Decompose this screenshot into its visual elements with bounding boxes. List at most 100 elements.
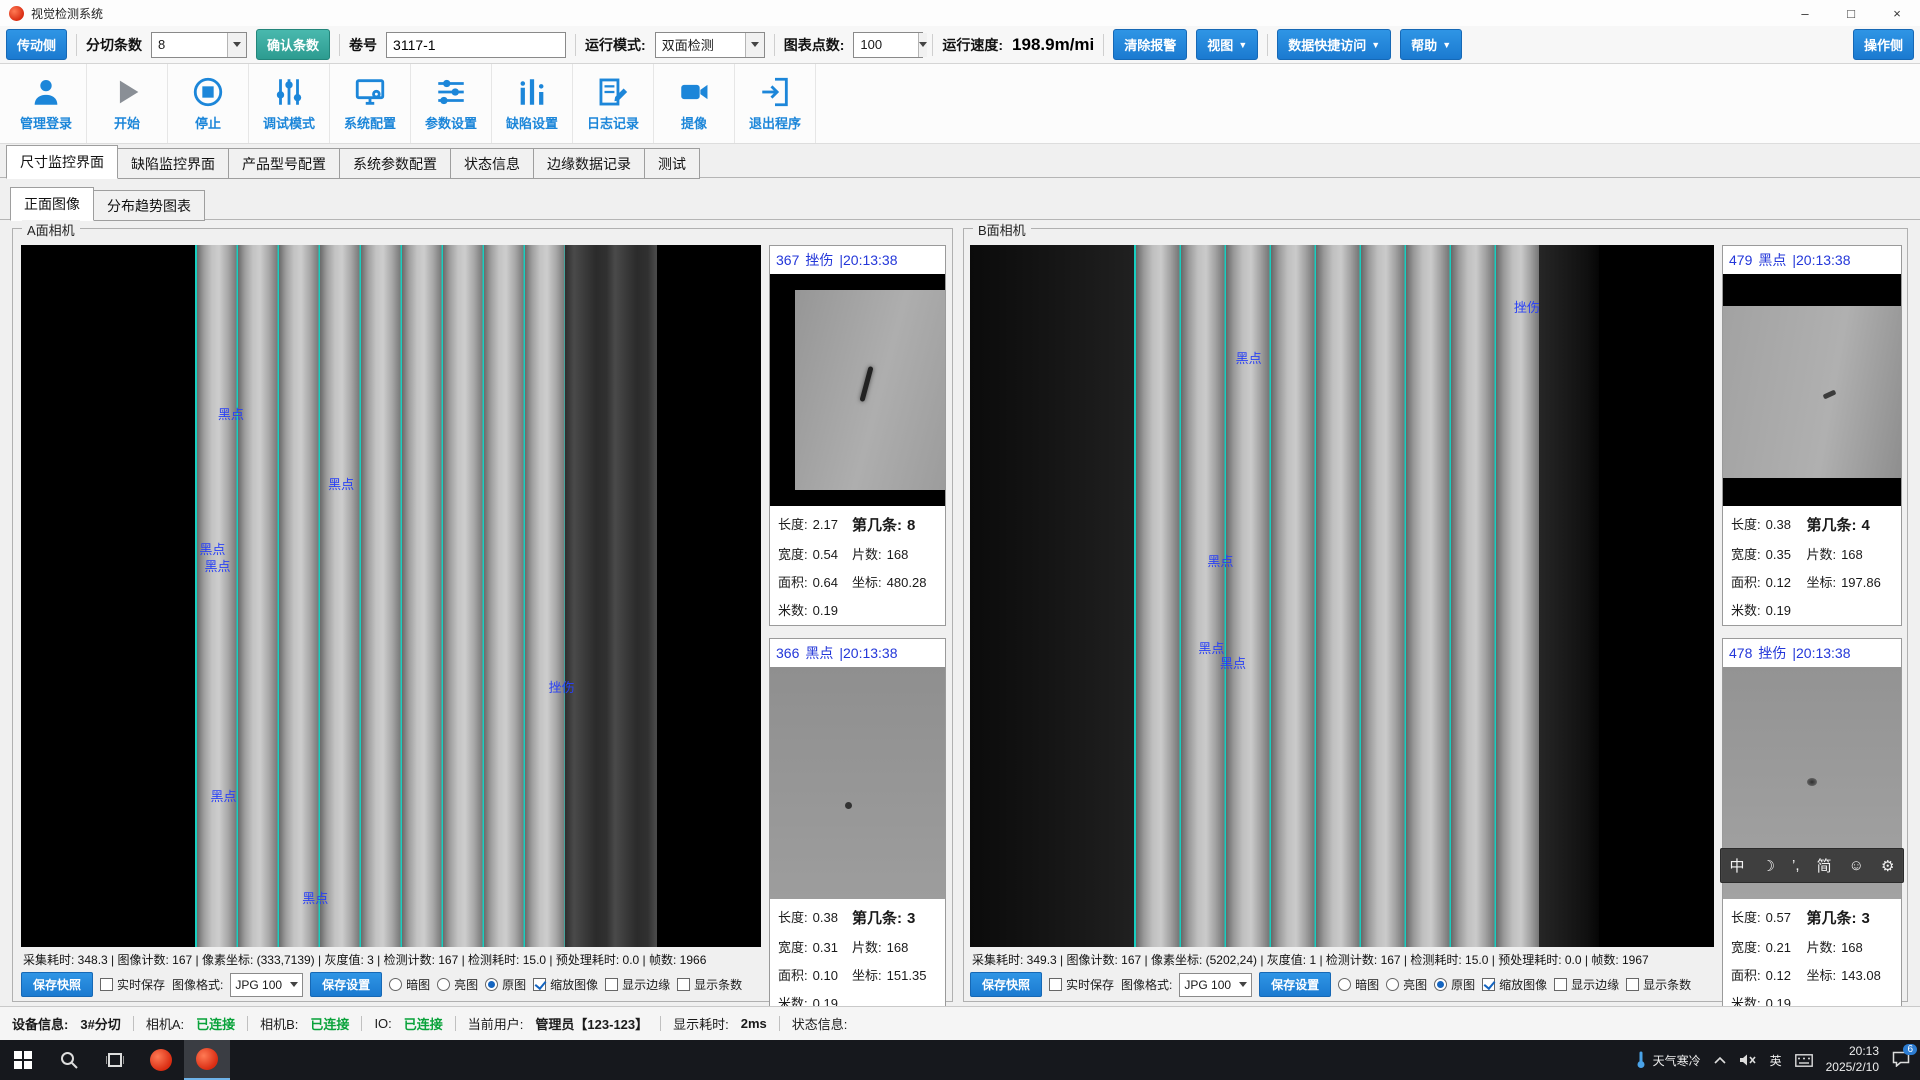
ime-settings-icon[interactable]: ⚙ [1881, 857, 1894, 875]
start-button[interactable]: 开始 [87, 64, 168, 143]
ime-simplified-button[interactable]: 简 [1817, 855, 1832, 876]
tab-edge-data-record[interactable]: 边缘数据记录 [533, 148, 645, 179]
admin-login-button[interactable]: 管理登录 [6, 64, 87, 143]
save-settings-button[interactable]: 保存设置 [310, 972, 382, 997]
chevron-down-icon [1239, 982, 1247, 987]
tab-front-image[interactable]: 正面图像 [10, 187, 94, 221]
app-logo-icon [9, 6, 24, 21]
help-menu-button[interactable]: 帮助 ▼ [1400, 29, 1462, 60]
image-format-select[interactable]: JPG 100 [1179, 973, 1252, 997]
divider [361, 1016, 362, 1031]
tab-product-model-config[interactable]: 产品型号配置 [228, 148, 340, 179]
running-app-button[interactable] [184, 1040, 230, 1080]
data-shortcut-menu-button[interactable]: 数据快捷访问 ▼ [1277, 29, 1391, 60]
start-button[interactable] [0, 1040, 46, 1080]
divider [76, 34, 77, 56]
system-config-button[interactable]: 系统配置 [330, 64, 411, 143]
bars-icon [515, 75, 549, 109]
checkbox-label: 显示条数 [694, 976, 742, 993]
save-settings-button[interactable]: 保存设置 [1259, 972, 1331, 997]
original-image-radio[interactable]: 原图 [485, 976, 526, 993]
run-mode-select[interactable]: 双面检测 [655, 32, 765, 58]
tab-distribution-trend-chart[interactable]: 分布趋势图表 [93, 190, 205, 221]
tab-test[interactable]: 测试 [644, 148, 700, 179]
minimize-button[interactable]: – [1782, 0, 1828, 26]
slit-count-select[interactable]: 8 [151, 32, 247, 58]
defect-card[interactable]: 367 挫伤 |20:13:38 长度:2.17 第几条:8 宽度:0.54 片… [769, 245, 946, 626]
show-edge-checkbox[interactable]: 显示边缘 [605, 976, 670, 993]
ime-emoji-icon[interactable]: ☺ [1849, 857, 1864, 874]
view-menu-button[interactable]: 视图 ▼ [1196, 29, 1258, 60]
realtime-save-checkbox[interactable]: 实时保存 [1049, 976, 1114, 993]
speaker-muted-icon [1739, 1053, 1757, 1067]
current-user-value: 管理员【123-123】 [535, 1014, 648, 1033]
confirm-count-button[interactable]: 确认条数 [256, 29, 330, 60]
touch-keyboard-button[interactable] [1795, 1054, 1813, 1067]
maximize-button[interactable]: □ [1828, 0, 1874, 26]
stat-value: 0.38 [813, 910, 838, 925]
clear-alarm-button[interactable]: 清除报警 [1113, 29, 1187, 60]
camera-a-defect-list: 367 挫伤 |20:13:38 长度:2.17 第几条:8 宽度:0.54 片… [769, 245, 946, 1019]
defect-card[interactable]: 479 黑点 |20:13:38 长度:0.38 第几条:4 宽度:0.35 片… [1722, 245, 1902, 626]
search-button[interactable] [46, 1040, 92, 1080]
taskbar-clock[interactable]: 20:13 2025/2/10 [1826, 1044, 1879, 1075]
chevron-down-icon: ▼ [1371, 40, 1380, 50]
tab-status-info[interactable]: 状态信息 [450, 148, 534, 179]
strip-region [1134, 245, 1543, 947]
operator-side-button[interactable]: 操作侧 [1853, 29, 1914, 60]
show-edge-checkbox[interactable]: 显示边缘 [1554, 976, 1619, 993]
defect-card[interactable]: 478 挫伤 |20:13:38 长度:0.57 第几条:3 宽度:0.21 片… [1722, 638, 1902, 1019]
exit-program-button[interactable]: 退出程序 [735, 64, 816, 143]
drive-side-button[interactable]: 传动侧 [6, 29, 67, 60]
speed-label: 运行速度: [942, 35, 1003, 55]
save-snapshot-button[interactable]: 保存快照 [21, 972, 93, 997]
save-snapshot-button[interactable]: 保存快照 [970, 972, 1042, 997]
defect-settings-button[interactable]: 缺陷设置 [492, 64, 573, 143]
stat-label: 坐标: [852, 965, 882, 984]
hidden-icons-button[interactable] [1714, 1056, 1726, 1064]
defect-card[interactable]: 366 黑点 |20:13:38 长度:0.38 第几条:3 宽度:0.31 片… [769, 638, 946, 1019]
stop-button[interactable]: 停止 [168, 64, 249, 143]
chart-points-select[interactable]: 100 [853, 32, 923, 58]
roll-number-input[interactable] [386, 32, 566, 58]
bright-image-radio[interactable]: 亮图 [437, 976, 478, 993]
chevron-down-icon [227, 33, 246, 57]
action-center-button[interactable]: 6 [1892, 1051, 1910, 1070]
zoom-image-checkbox[interactable]: 缩放图像 [1482, 976, 1547, 993]
ime-punctuation-icon[interactable]: ’, [1792, 857, 1800, 874]
dark-image-radio[interactable]: 暗图 [1338, 976, 1379, 993]
debug-mode-button[interactable]: 调试模式 [249, 64, 330, 143]
capture-image-button[interactable]: 提像 [654, 64, 735, 143]
bright-image-radio[interactable]: 亮图 [1386, 976, 1427, 993]
pinned-app-button[interactable] [138, 1040, 184, 1080]
chevron-up-icon [1714, 1056, 1726, 1064]
volume-button[interactable] [1739, 1053, 1757, 1067]
tab-defect-monitor[interactable]: 缺陷监控界面 [117, 148, 229, 179]
tab-size-monitor[interactable]: 尺寸监控界面 [6, 145, 118, 179]
ime-language-mode-button[interactable]: 中 [1730, 855, 1745, 876]
current-user-label: 当前用户: [468, 1014, 524, 1033]
tab-system-param-config[interactable]: 系统参数配置 [339, 148, 451, 179]
weather-widget[interactable]: 天气寒冷 [1634, 1051, 1701, 1069]
original-image-radio[interactable]: 原图 [1434, 976, 1475, 993]
ime-fullwidth-icon[interactable]: ☽ [1762, 857, 1775, 875]
thermometer-icon [1634, 1051, 1648, 1069]
stat-label: 宽度: [1731, 937, 1761, 956]
run-mode-label: 运行模式: [585, 35, 646, 55]
stat-value: 168 [1841, 940, 1863, 955]
language-indicator[interactable]: 英 [1770, 1052, 1782, 1069]
dark-image-radio[interactable]: 暗图 [389, 976, 430, 993]
close-button[interactable]: × [1874, 0, 1920, 26]
divider [1103, 34, 1104, 56]
task-view-button[interactable] [92, 1040, 138, 1080]
log-record-button[interactable]: 日志记录 [573, 64, 654, 143]
radio-label: 暗图 [1355, 976, 1379, 993]
realtime-save-checkbox[interactable]: 实时保存 [100, 976, 165, 993]
camera-b-defect-list: 479 黑点 |20:13:38 长度:0.38 第几条:4 宽度:0.35 片… [1722, 245, 1902, 1019]
notification-count-badge: 6 [1903, 1044, 1917, 1055]
show-strips-checkbox[interactable]: 显示条数 [1626, 976, 1691, 993]
show-strips-checkbox[interactable]: 显示条数 [677, 976, 742, 993]
param-settings-button[interactable]: 参数设置 [411, 64, 492, 143]
image-format-select[interactable]: JPG 100 [230, 973, 303, 997]
zoom-image-checkbox[interactable]: 缩放图像 [533, 976, 598, 993]
